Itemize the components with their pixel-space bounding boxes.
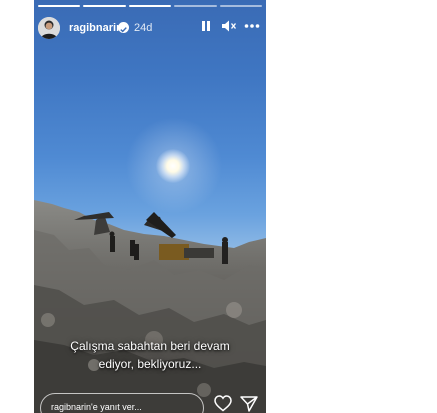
more-icon[interactable]: [244, 19, 260, 38]
progress-segment: [219, 5, 263, 7]
avatar[interactable]: [38, 17, 60, 39]
caption-line-1: Çalışma sabahtan beri devam: [70, 339, 230, 353]
mute-icon[interactable]: [221, 19, 237, 38]
story-header: ragibnarin 24d: [38, 14, 262, 42]
story-caption: Çalışma sabahtan beri devam ediyor, bekl…: [34, 337, 266, 373]
caption-line-2: ediyor, bekliyoruz...: [98, 357, 202, 371]
username[interactable]: ragibnarin: [69, 22, 123, 34]
reply-placeholder: ragibnarin'e yanıt ver...: [51, 402, 142, 412]
progress-segment: [83, 5, 126, 7]
progress-segment: [174, 5, 217, 7]
story-viewer: ragibnarin 24d Çalışma sabahtan beri dev…: [34, 0, 266, 413]
pause-icon[interactable]: [199, 19, 213, 38]
progress-segment: [128, 5, 172, 7]
story-age: 24d: [134, 22, 153, 34]
progress-segment: [38, 5, 81, 7]
reply-input[interactable]: ragibnarin'e yanıt ver...: [40, 393, 204, 413]
sun: [156, 149, 190, 183]
verified-badge-icon: [118, 22, 129, 33]
story-progress: [38, 5, 263, 7]
heart-icon[interactable]: [214, 395, 232, 413]
story-photo-rubble: [34, 200, 266, 413]
send-icon[interactable]: [240, 395, 258, 413]
